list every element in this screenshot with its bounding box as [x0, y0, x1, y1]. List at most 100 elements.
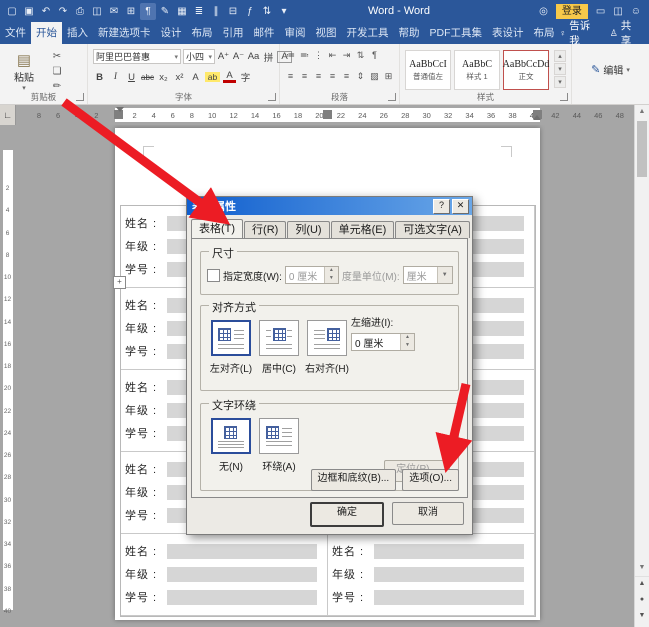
select-browse-object-icon[interactable]: ●	[635, 593, 649, 607]
ribbon-tab[interactable]: 开始	[31, 22, 62, 44]
enclose-character-icon[interactable]: 字	[239, 70, 252, 84]
subscript-icon[interactable]: x₂	[157, 72, 170, 83]
increase-indent-icon[interactable]: ⇥	[341, 50, 352, 61]
ribbon-tab[interactable]: 邮件	[249, 22, 280, 44]
email-icon[interactable]: ✉	[106, 3, 122, 20]
field-label[interactable]: 姓名 :	[125, 461, 167, 477]
word-logo-icon[interactable]: ▢	[4, 3, 20, 20]
print-preview-icon[interactable]: ◫	[89, 3, 105, 20]
scroll-up-icon[interactable]: ▲	[635, 105, 649, 119]
view-gridlines-icon[interactable]: ▦	[174, 3, 190, 20]
styles-dialog-launcher[interactable]	[560, 93, 568, 101]
formula-icon[interactable]: ƒ	[242, 3, 258, 20]
show-marks-icon[interactable]: ¶	[369, 50, 380, 61]
undo-icon[interactable]: ↶	[38, 3, 54, 20]
ribbon-tab[interactable]: PDF工具集	[425, 22, 488, 44]
multilevel-list-icon[interactable]: ⋮	[313, 50, 324, 61]
field-label[interactable]: 学号 :	[125, 589, 167, 605]
ribbon-tab[interactable]: 文件	[0, 22, 31, 44]
draw-table-icon[interactable]: ✎	[157, 3, 173, 20]
field-label[interactable]: 姓名 :	[125, 297, 167, 313]
preferred-width-checkbox[interactable]	[207, 269, 220, 282]
wrap-none-tile[interactable]	[211, 418, 251, 454]
save-icon[interactable]: ▣	[21, 3, 37, 20]
change-case-icon[interactable]: Aa	[247, 51, 260, 62]
field-input-area[interactable]	[167, 544, 317, 559]
insert-rows-icon[interactable]: ≣	[191, 3, 207, 20]
dialog-tab[interactable]: 单元格(E)	[331, 221, 395, 238]
wrap-around-tile[interactable]	[259, 418, 299, 454]
borders-icon[interactable]: ⊞	[383, 71, 394, 82]
merge-cells-icon[interactable]: ⊟	[225, 3, 241, 20]
field-label[interactable]: 年级 :	[125, 402, 167, 418]
ribbon-tab[interactable]: 视图	[311, 22, 342, 44]
ribbon-tab[interactable]: 审阅	[280, 22, 311, 44]
font-name-combo[interactable]: 阿里巴巴普惠 ▾	[93, 49, 181, 64]
vertical-scrollbar[interactable]: ▲ ▼ ▲ ● ▼	[634, 105, 649, 627]
phonetic-guide-icon[interactable]: 拼	[262, 50, 275, 64]
grow-font-icon[interactable]: A⁺	[217, 51, 230, 62]
style-scroll-down-icon[interactable]: ▾	[554, 63, 566, 75]
presence-icon[interactable]: ◎	[539, 6, 548, 17]
field-label[interactable]: 姓名 :	[125, 543, 167, 559]
ribbon-tab[interactable]: 开发工具	[342, 22, 394, 44]
field-label[interactable]: 姓名 :	[125, 379, 167, 395]
field-label[interactable]: 年级 :	[125, 566, 167, 582]
window-icon[interactable]: ◫	[613, 6, 622, 17]
shading-icon[interactable]: ▨	[369, 71, 380, 82]
dialog-tab[interactable]: 表格(T)	[191, 219, 243, 238]
field-input-area[interactable]	[374, 590, 524, 605]
table-cell[interactable]: 姓名 : 年级 : 学号 :	[121, 534, 328, 616]
strikethrough-icon[interactable]: abc	[141, 73, 154, 82]
distribute-icon[interactable]: ≡	[341, 71, 352, 82]
style-card-selected[interactable]: AaBbCcDd 正文	[503, 50, 549, 90]
next-page-icon[interactable]: ▼	[635, 609, 649, 623]
style-gallery-more-icon[interactable]: ▾	[554, 76, 566, 88]
superscript-icon[interactable]: x²	[173, 72, 186, 83]
paste-button[interactable]: ▤ 粘贴 ▾	[8, 49, 40, 93]
table-cell[interactable]: 姓名 : 年级 : 学号 :	[328, 534, 535, 616]
align-center-icon[interactable]: ≡	[299, 71, 310, 82]
dialog-tab[interactable]: 行(R)	[244, 221, 286, 238]
options-button[interactable]: 选项(O)...	[402, 469, 459, 491]
align-right-tile[interactable]	[307, 320, 347, 356]
ribbon-tab[interactable]: 引用	[218, 22, 249, 44]
style-card[interactable]: AaBbC 样式 1	[454, 50, 500, 90]
cut-icon[interactable]: ✂	[50, 51, 64, 62]
dialog-title-bar[interactable]: 表格属性 ? ✕	[187, 197, 472, 215]
table-move-handle[interactable]: +	[113, 276, 126, 289]
insert-columns-icon[interactable]: ∥	[208, 3, 224, 20]
field-label[interactable]: 学号 :	[125, 343, 167, 359]
sort-paragraph-icon[interactable]: ⇅	[355, 50, 366, 61]
line-spacing-icon[interactable]: ⇕	[355, 71, 366, 82]
ribbon-display-options-icon[interactable]: ▭	[596, 6, 605, 17]
field-label[interactable]: 姓名 :	[125, 215, 167, 231]
print-icon[interactable]: ⎙	[72, 3, 88, 20]
borders-and-shading-button[interactable]: 边框和底纹(B)...	[311, 469, 397, 491]
spinner-arrows[interactable]: ▲▼	[400, 334, 414, 350]
ribbon-tab[interactable]: 布局	[529, 22, 560, 44]
font-color-icon[interactable]: A	[223, 71, 236, 83]
dialog-tab[interactable]: 列(U)	[287, 221, 329, 238]
cancel-button[interactable]: 取消	[392, 502, 464, 525]
bullets-icon[interactable]: ≔	[285, 50, 296, 61]
align-left-tile[interactable]	[211, 320, 251, 356]
login-button[interactable]: 登录	[556, 4, 588, 19]
italic-icon[interactable]: I	[109, 72, 122, 82]
shrink-font-icon[interactable]: A⁻	[232, 51, 245, 62]
first-line-indent-marker[interactable]	[116, 107, 124, 112]
copy-icon[interactable]: ❏	[50, 66, 64, 77]
vertical-ruler[interactable]: 246810121416182022242628303234363840	[0, 125, 15, 627]
field-label[interactable]: 学号 :	[125, 261, 167, 277]
dialog-help-button[interactable]: ?	[433, 199, 450, 214]
font-dialog-launcher[interactable]	[268, 93, 276, 101]
align-right-icon[interactable]: ≡	[313, 71, 324, 82]
field-input-area[interactable]	[374, 544, 524, 559]
table-column-marker[interactable]	[323, 110, 332, 119]
ribbon-tab[interactable]: 布局	[187, 22, 218, 44]
numbering-icon[interactable]: ≕	[299, 50, 310, 61]
dialog-close-button[interactable]: ✕	[452, 199, 469, 214]
sort-icon[interactable]: ⇅	[259, 3, 275, 20]
scroll-down-icon[interactable]: ▼	[635, 561, 649, 575]
field-label[interactable]: 年级 :	[125, 484, 167, 500]
